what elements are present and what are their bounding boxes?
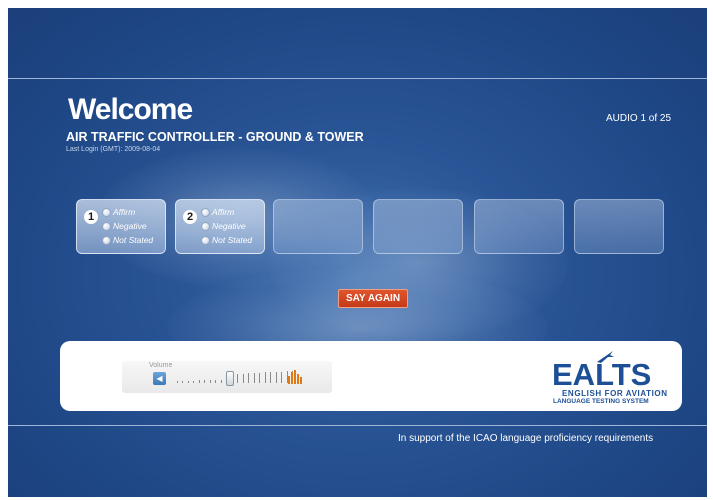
logo-tagline-1: ENGLISH FOR AVIATION bbox=[562, 389, 668, 398]
volume-slider-handle[interactable] bbox=[226, 371, 234, 386]
level-bar bbox=[297, 374, 299, 384]
volume-tick bbox=[199, 380, 200, 383]
volume-tick bbox=[270, 372, 271, 383]
question-box-empty bbox=[273, 199, 363, 254]
volume-tick bbox=[237, 374, 238, 383]
volume-tick bbox=[248, 373, 249, 383]
speaker-icon[interactable]: ◀ bbox=[153, 372, 166, 385]
volume-tick bbox=[259, 373, 260, 383]
logo-wordmark: EALTS bbox=[552, 357, 652, 392]
logo-tagline-2: LANGUAGE TESTING SYSTEM bbox=[553, 398, 649, 405]
volume-tick bbox=[188, 381, 189, 383]
volume-tick bbox=[221, 380, 222, 383]
question-box-empty bbox=[373, 199, 463, 254]
option-label: Negative bbox=[113, 221, 147, 231]
volume-tick bbox=[281, 372, 282, 383]
support-text: In support of the ICAO language proficie… bbox=[398, 433, 654, 444]
volume-slider-track[interactable] bbox=[177, 369, 297, 383]
page-title: Welcome bbox=[68, 93, 193, 126]
audio-counter: AUDIO 1 of 25 bbox=[606, 113, 672, 124]
option-negative-1[interactable]: Negative bbox=[102, 221, 147, 231]
option-affirm-1[interactable]: Affirm bbox=[102, 207, 135, 217]
volume-tick bbox=[265, 372, 266, 383]
volume-tick bbox=[254, 373, 255, 383]
volume-tick bbox=[204, 380, 205, 383]
volume-tick bbox=[177, 381, 178, 383]
option-label: Not Stated bbox=[113, 235, 154, 245]
option-affirm-2[interactable]: Affirm bbox=[201, 207, 234, 217]
level-bar bbox=[294, 370, 296, 384]
volume-tick bbox=[210, 380, 211, 383]
option-not-stated-1[interactable]: Not Stated bbox=[102, 235, 153, 245]
player-panel: Volume ◀ EALTS ENGLISH FOR AVIATION LANG… bbox=[60, 341, 682, 411]
volume-tick bbox=[276, 372, 277, 383]
footer-divider bbox=[8, 425, 707, 426]
level-bar bbox=[300, 377, 302, 384]
volume-control: Volume ◀ bbox=[122, 361, 332, 393]
level-bar bbox=[288, 376, 290, 384]
last-login: Last Login (GMT): 2009-08-04 bbox=[66, 146, 161, 153]
radio-button[interactable] bbox=[102, 207, 111, 217]
role-title: AIR TRAFFIC CONTROLLER - GROUND & TOWER bbox=[66, 130, 364, 144]
question-box-1: 1 Affirm Negative Not Stated bbox=[76, 199, 166, 254]
question-box-empty bbox=[474, 199, 564, 254]
volume-tick bbox=[182, 381, 183, 383]
say-again-button[interactable]: SAY AGAIN bbox=[338, 289, 408, 308]
option-label: Negative bbox=[212, 221, 246, 231]
ealts-logo: EALTS ENGLISH FOR AVIATION LANGUAGE TEST… bbox=[542, 347, 672, 407]
radio-button[interactable] bbox=[201, 207, 210, 217]
app-background: Welcome AIR TRAFFIC CONTROLLER - GROUND … bbox=[8, 8, 707, 497]
option-label: Affirm bbox=[113, 207, 136, 217]
volume-label: Volume bbox=[149, 362, 173, 369]
audio-level-bars-icon bbox=[288, 370, 302, 384]
option-not-stated-2[interactable]: Not Stated bbox=[201, 235, 252, 245]
question-box-empty bbox=[574, 199, 664, 254]
header-divider bbox=[8, 78, 707, 79]
option-label: Not Stated bbox=[212, 235, 253, 245]
volume-tick bbox=[215, 380, 216, 383]
radio-button[interactable] bbox=[201, 221, 210, 231]
question-box-2: 2 Affirm Negative Not Stated bbox=[175, 199, 265, 254]
question-number-badge: 1 bbox=[84, 210, 98, 224]
radio-button[interactable] bbox=[201, 235, 210, 245]
option-negative-2[interactable]: Negative bbox=[201, 221, 246, 231]
option-label: Affirm bbox=[212, 207, 235, 217]
volume-tick bbox=[193, 381, 194, 383]
question-number-badge: 2 bbox=[183, 210, 197, 224]
radio-button[interactable] bbox=[102, 221, 111, 231]
radio-button[interactable] bbox=[102, 235, 111, 245]
level-bar bbox=[291, 372, 293, 384]
volume-tick bbox=[243, 374, 244, 383]
